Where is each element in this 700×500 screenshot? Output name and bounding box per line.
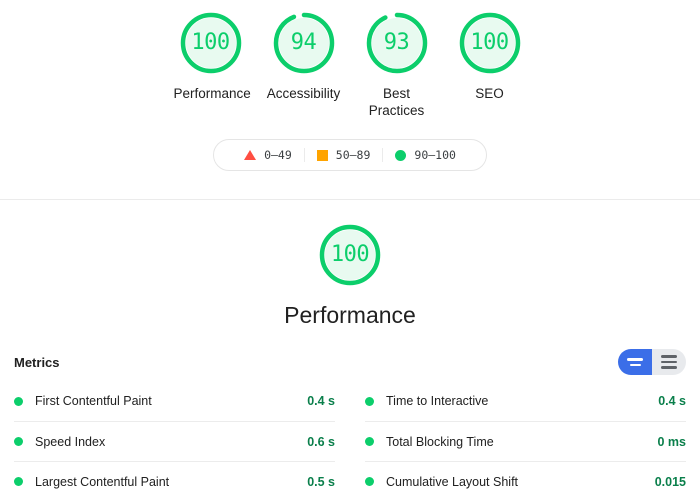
metric-row[interactable]: Speed Index 0.6 s [14, 421, 335, 461]
metric-row[interactable]: First Contentful Paint 0.4 s [14, 381, 335, 421]
score-gauge-best-practices[interactable]: 93 Best Practices [350, 10, 443, 119]
metrics-grid: First Contentful Paint 0.4 s Speed Index… [0, 381, 700, 500]
metric-row[interactable]: Time to Interactive 0.4 s [365, 381, 686, 421]
score-gauge-performance[interactable]: 100 Performance [164, 10, 257, 102]
triangle-icon [244, 150, 257, 160]
gauge-score-value: 94 [290, 30, 317, 55]
gauge-score-value: 100 [191, 30, 230, 55]
score-gauge-seo[interactable]: 100 SEO [443, 10, 536, 102]
toggle-detail-view[interactable] [652, 349, 686, 375]
metrics-view-toggle[interactable] [618, 349, 686, 375]
gauge-ring: 94 [271, 10, 337, 76]
toggle-simple-view[interactable] [618, 349, 652, 375]
metrics-column-right: Time to Interactive 0.4 s Total Blocking… [365, 381, 686, 500]
legend-range-label: 90–100 [414, 148, 456, 162]
gauge-ring: 93 [364, 10, 430, 76]
metric-value: 0.5 s [307, 474, 335, 489]
metric-name: Time to Interactive [386, 394, 489, 408]
list-icon [661, 355, 677, 358]
metric-value: 0 ms [657, 434, 687, 449]
metric-value: 0.4 s [658, 394, 686, 408]
list-icon [661, 360, 677, 364]
metric-name: Total Blocking Time [386, 434, 494, 449]
metric-name: Largest Contentful Paint [35, 474, 170, 489]
metric-value: 0.015 [654, 474, 686, 489]
status-dot-icon [365, 396, 374, 406]
gauge-ring: 100 [178, 10, 244, 76]
gauge-label: Performance [173, 86, 251, 101]
metric-name: First Contentful Paint [35, 394, 152, 408]
performance-category-section: 100 Performance [0, 200, 700, 329]
page-title: Performance [284, 302, 416, 328]
gauge-ring: 100 [457, 10, 523, 76]
gauge-label: Best Practices [368, 86, 425, 118]
square-icon [316, 149, 328, 161]
category-gauge-wrap: 100 Performance [0, 222, 700, 329]
gauge-label: SEO [475, 86, 504, 101]
metric-value: 0.6 s [307, 434, 335, 449]
metrics-header: Metrics [0, 329, 700, 375]
metric-value: 0.4 s [307, 394, 335, 408]
status-dot-icon [14, 396, 23, 406]
status-dot-icon [365, 437, 374, 446]
legend-item-average: 50–89 [303, 148, 383, 162]
status-dot-icon [365, 477, 374, 486]
category-score-gauge: 100 [317, 222, 383, 288]
score-legend: 0–49 50–89 90–100 [213, 139, 487, 171]
legend-range-label: 0–49 [264, 148, 292, 162]
score-gauges-row: 100 Performance 94 Accessibility 93 Best… [0, 10, 700, 119]
metric-row[interactable]: Largest Contentful Paint 0.5 s [14, 461, 335, 500]
metrics-column-left: First Contentful Paint 0.4 s Speed Index… [14, 381, 335, 500]
metric-row[interactable]: Cumulative Layout Shift 0.015 [365, 461, 686, 500]
circle-icon [395, 149, 407, 161]
score-gauge-accessibility[interactable]: 94 Accessibility [257, 10, 350, 102]
metric-row[interactable]: Total Blocking Time 0 ms [365, 421, 686, 461]
metric-name: Cumulative Layout Shift [386, 474, 519, 489]
status-dot-icon [14, 477, 23, 486]
gauge-score-value: 100 [470, 30, 509, 55]
list-icon [661, 366, 677, 369]
category-score-value: 100 [330, 242, 370, 267]
legend-item-fail: 0–49 [232, 148, 304, 162]
legend-range-label: 50–89 [335, 148, 371, 162]
status-dot-icon [14, 437, 23, 446]
legend-item-pass: 90–100 [382, 148, 468, 162]
lines-icon [629, 363, 641, 366]
gauge-label: Accessibility [266, 86, 341, 101]
metric-name: Speed Index [35, 434, 106, 449]
gauge-score-value: 93 [383, 30, 410, 55]
lines-icon [627, 358, 643, 361]
summary-panel: 100 Performance 94 Accessibility 93 Best… [0, 0, 700, 200]
metrics-section-title: Metrics [14, 354, 60, 370]
score-legend-row: 0–49 50–89 90–100 [0, 139, 700, 171]
